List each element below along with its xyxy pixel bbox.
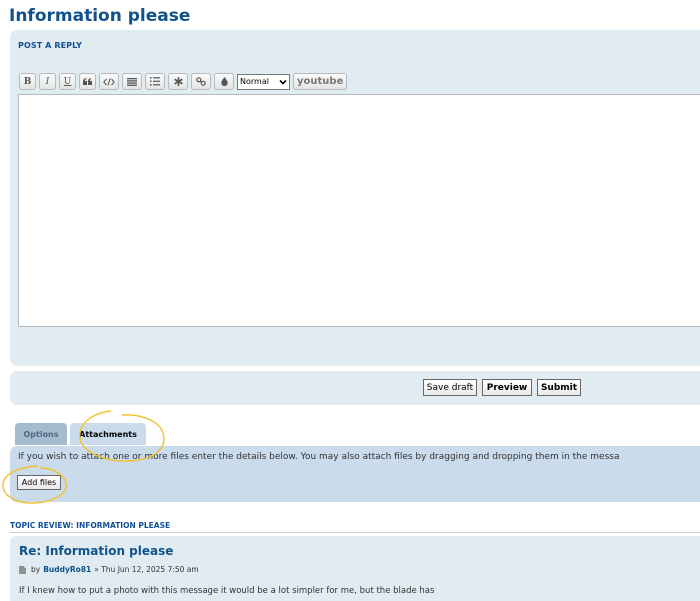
attachments-panel: If you wish to attach one or more files … (10, 446, 700, 502)
underline-button[interactable]: U (59, 73, 76, 90)
save-draft-button[interactable]: Save draft (423, 379, 477, 396)
review-post: Re: Information please by BuddyRo81 » Th… (10, 536, 700, 601)
bold-label: B (23, 76, 32, 87)
list-item-button[interactable] (168, 73, 188, 90)
link-icon (196, 77, 206, 86)
list-icon (127, 77, 137, 86)
asterisk-icon (173, 77, 183, 86)
italic-button[interactable]: I (39, 73, 56, 90)
code-button[interactable] (99, 73, 119, 90)
link-button[interactable] (191, 73, 211, 90)
italic-label: I (45, 76, 50, 87)
youtube-button[interactable]: youtube (293, 73, 348, 90)
tab-options[interactable]: Options (15, 423, 67, 445)
post-reply-panel: POST A REPLY B I U Normal youtube (10, 30, 700, 366)
post-by-label: by (31, 565, 41, 574)
tab-attachments[interactable]: Attachments (70, 423, 146, 445)
divider (10, 532, 700, 533)
post-author[interactable]: BuddyRo81 (43, 565, 91, 574)
add-files-button[interactable]: Add files (17, 475, 61, 490)
preview-button[interactable]: Preview (482, 379, 532, 396)
post-title[interactable]: Re: Information please (19, 544, 173, 558)
list-button[interactable] (122, 73, 142, 90)
post-reply-heading: POST A REPLY (18, 41, 82, 50)
numbered-list-button[interactable] (145, 73, 165, 90)
submit-buttons-panel: Save draft Preview Submit (10, 371, 700, 405)
post-date: » Thu Jun 12, 2025 7:50 am (94, 565, 199, 574)
editor-toolbar: B I U Normal youtube (19, 73, 348, 90)
post-body: If I knew how to put a photo with this m… (19, 586, 435, 596)
quote-button[interactable] (79, 73, 96, 90)
color-button[interactable] (214, 73, 234, 90)
quote-icon (83, 78, 92, 85)
submit-button[interactable]: Submit (537, 379, 581, 396)
message-textarea[interactable] (18, 94, 700, 327)
post-meta: by BuddyRo81 » Thu Jun 12, 2025 7:50 am (19, 565, 199, 574)
droplet-icon (220, 77, 228, 86)
post-icon[interactable] (19, 565, 26, 574)
attachments-instructions: If you wish to attach one or more files … (18, 452, 620, 462)
bold-button[interactable]: B (19, 73, 36, 90)
underline-label: U (63, 76, 72, 87)
font-size-select[interactable]: Normal (237, 73, 290, 90)
page-title[interactable]: Information please (9, 6, 190, 26)
chevron-down-icon (279, 79, 287, 85)
font-size-selected: Normal (240, 77, 269, 86)
topic-review-heading: TOPIC REVIEW: INFORMATION PLEASE (10, 521, 171, 530)
numbered-list-icon (150, 77, 160, 86)
code-icon (103, 77, 115, 86)
